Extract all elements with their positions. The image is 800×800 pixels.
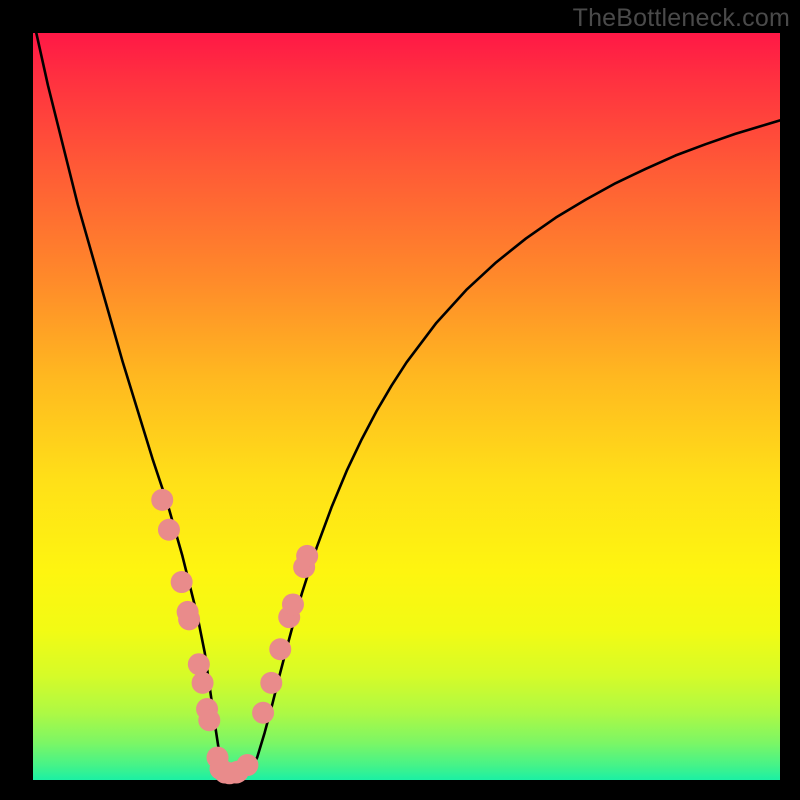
data-marker: [236, 754, 258, 776]
data-marker: [296, 545, 318, 567]
watermark-text: TheBottleneck.com: [573, 4, 790, 33]
bottleneck-curve: [33, 18, 780, 777]
data-marker: [171, 571, 193, 593]
data-marker: [282, 593, 304, 615]
data-marker: [151, 489, 173, 511]
data-marker: [192, 672, 214, 694]
data-marker: [198, 709, 220, 731]
data-marker: [178, 608, 200, 630]
data-marker: [188, 653, 210, 675]
data-marker: [269, 638, 291, 660]
data-marker: [260, 672, 282, 694]
data-marker: [158, 519, 180, 541]
chart-frame: TheBottleneck.com: [0, 0, 800, 800]
chart-svg: [33, 33, 780, 780]
gradient-plot-area: [33, 33, 780, 780]
marker-layer: [151, 489, 318, 784]
data-marker: [252, 702, 274, 724]
